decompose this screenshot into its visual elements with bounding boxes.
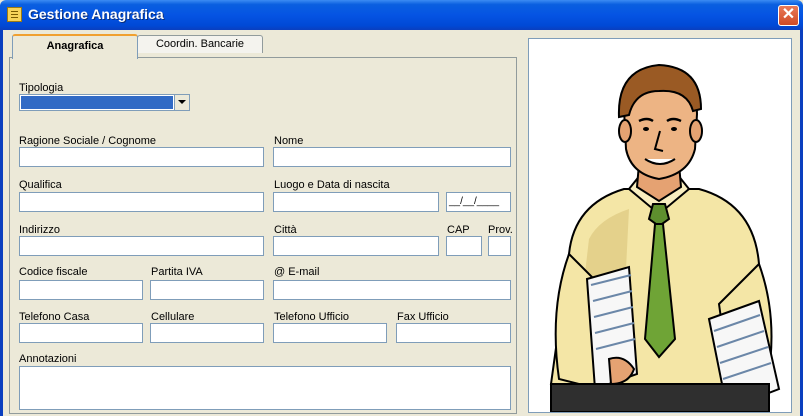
email-label: @ E-mail: [274, 266, 320, 278]
qualifica-field[interactable]: [19, 192, 264, 212]
businessman-illustration: [528, 38, 792, 413]
prov-label: Prov.: [488, 224, 513, 236]
fax-ufficio-field[interactable]: [396, 323, 511, 343]
cellulare-label: Cellulare: [151, 311, 195, 323]
prov-field[interactable]: [488, 236, 511, 256]
codice-fiscale-label: Codice fiscale: [19, 266, 88, 278]
partita-iva-label: Partita IVA: [151, 266, 203, 278]
nome-label: Nome: [274, 135, 304, 147]
businessman-clipart: [549, 63, 781, 412]
cap-field[interactable]: [446, 236, 482, 256]
close-button[interactable]: ✕: [778, 5, 799, 26]
tipologia-label: Tipologia: [19, 82, 64, 94]
qualifica-label: Qualifica: [19, 179, 62, 191]
window-title: Gestione Anagrafica: [28, 6, 164, 22]
partita-iva-field[interactable]: [150, 280, 264, 300]
fax-ufficio-label: Fax Ufficio: [397, 311, 449, 323]
tipologia-selected-value: [21, 96, 173, 109]
telefono-casa-label: Telefono Casa: [19, 311, 90, 323]
indirizzo-label: Indirizzo: [19, 224, 60, 236]
luogo-nascita-field[interactable]: [273, 192, 439, 212]
telefono-casa-field[interactable]: [19, 323, 143, 343]
annotazioni-textarea[interactable]: [19, 366, 511, 410]
codice-fiscale-field[interactable]: [19, 280, 143, 300]
title-bar[interactable]: Gestione Anagrafica ✕: [0, 0, 803, 30]
data-nascita-field[interactable]: __/__/____: [446, 192, 511, 212]
telefono-ufficio-field[interactable]: [273, 323, 387, 343]
cap-label: CAP: [447, 224, 470, 236]
annotazioni-label: Annotazioni: [19, 353, 77, 365]
luogo-data-nascita-label: Luogo e Data di nascita: [274, 179, 390, 191]
cellulare-field[interactable]: [150, 323, 264, 343]
app-icon: [7, 7, 22, 22]
indirizzo-field[interactable]: [19, 236, 264, 256]
tab-anagrafica[interactable]: Anagrafica: [12, 34, 138, 59]
citta-label: Città: [274, 224, 297, 236]
tab-coordin-bancarie[interactable]: Coordin. Bancarie: [137, 35, 263, 53]
email-field[interactable]: [273, 280, 511, 300]
ragione-sociale-label: Ragione Sociale / Cognome: [19, 135, 156, 147]
chevron-down-icon[interactable]: [174, 95, 189, 110]
tipologia-select[interactable]: [19, 94, 190, 111]
telefono-ufficio-label: Telefono Ufficio: [274, 311, 350, 323]
ragione-sociale-field[interactable]: [19, 147, 264, 167]
citta-field[interactable]: [273, 236, 439, 256]
nome-field[interactable]: [273, 147, 511, 167]
